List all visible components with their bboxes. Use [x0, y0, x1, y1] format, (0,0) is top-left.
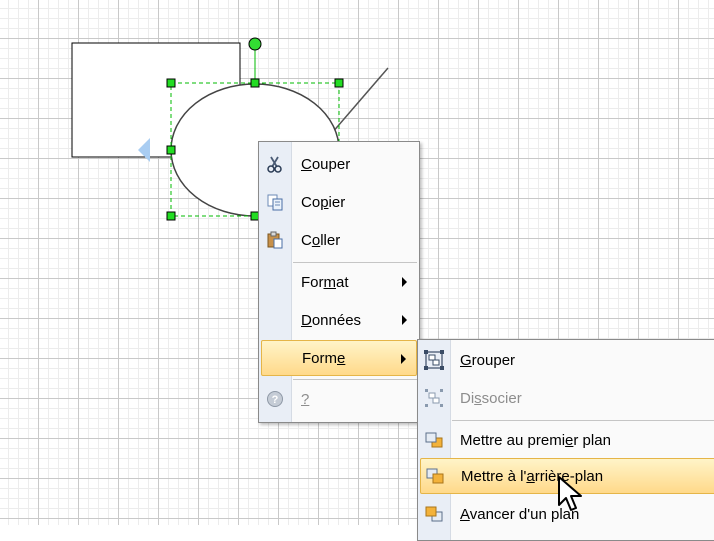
- menu-item-label: Format: [301, 273, 349, 291]
- menu-item-cut[interactable]: Couper: [261, 146, 417, 182]
- menu-item-label: Dissocier: [460, 389, 522, 407]
- resize-handle: [166, 145, 176, 155]
- submenu-item-ungroup[interactable]: Dissocier: [420, 380, 714, 416]
- menu-item-label: Grouper: [460, 351, 516, 369]
- menu-item-data[interactable]: Données: [261, 302, 417, 338]
- scissors-icon: [261, 146, 289, 182]
- submenu-arrow-icon: [402, 277, 407, 287]
- menu-item-label: Forme: [302, 349, 346, 367]
- ungroup-icon: [420, 380, 448, 416]
- group-icon: [420, 342, 448, 378]
- submenu-arrow-icon: [402, 315, 407, 325]
- copy-icon: [261, 184, 289, 220]
- menu-item-label: Mettre au premier plan: [460, 431, 611, 449]
- menu-item-label: Données: [301, 311, 362, 329]
- rotation-handle: [248, 37, 262, 51]
- help-icon: ?: [261, 381, 289, 417]
- context-menu: Couper Copier Coller Format Données Form…: [258, 141, 420, 423]
- send-to-back-icon: [421, 458, 449, 494]
- bring-forward-icon: [420, 496, 448, 532]
- submenu-arrow-icon: [401, 354, 406, 364]
- resize-handle: [250, 78, 260, 88]
- submenu-item-bring-to-front[interactable]: Mettre au premier plan: [420, 422, 714, 458]
- resize-handle: [166, 78, 176, 88]
- menu-item-copy[interactable]: Copier: [261, 184, 417, 220]
- menu-item-label: Couper: [301, 155, 351, 173]
- mouse-cursor-icon: [558, 476, 582, 511]
- menu-item-help[interactable]: ? ?: [261, 381, 417, 417]
- svg-text:?: ?: [272, 394, 279, 406]
- resize-handle: [166, 211, 176, 221]
- bring-to-front-icon: [420, 422, 448, 458]
- resize-handle: [334, 78, 344, 88]
- paste-icon: [261, 222, 289, 258]
- submenu-item-group[interactable]: Grouper: [420, 342, 714, 378]
- menu-item-label: Copier: [301, 193, 346, 211]
- menu-item-paste[interactable]: Coller: [261, 222, 417, 258]
- menu-item-format[interactable]: Format: [261, 264, 417, 300]
- menu-item-label: Coller: [301, 231, 341, 249]
- menu-item-shape[interactable]: Forme: [261, 340, 417, 376]
- menu-item-label: ?: [301, 390, 310, 408]
